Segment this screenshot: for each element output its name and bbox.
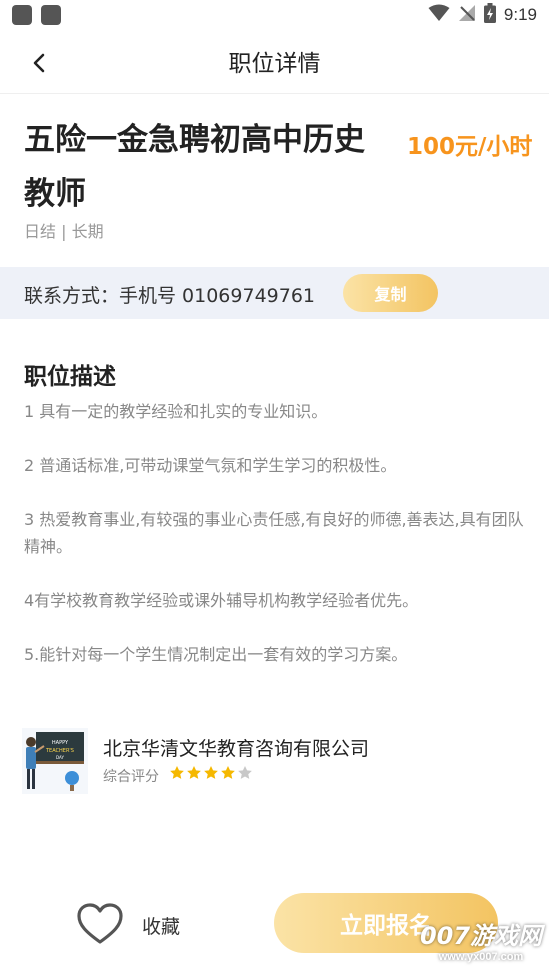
rating-label: 综合评分 bbox=[103, 769, 159, 785]
star-filled-icon bbox=[204, 766, 218, 779]
nav-bar: 职位详情 bbox=[0, 30, 549, 94]
watermark-url: www.yx007.com bbox=[438, 951, 524, 963]
favorite-button[interactable]: 收藏 bbox=[76, 900, 206, 948]
description-item: 1 具有一定的教学经验和扎实的专业知识。 bbox=[24, 402, 328, 421]
star-empty-icon bbox=[238, 766, 252, 779]
status-bar: 9:19 bbox=[0, 0, 549, 30]
star-filled-icon bbox=[187, 766, 201, 779]
watermark-text: 007游戏网 bbox=[419, 922, 543, 950]
description-item: 5.能针对每一个学生情况制定出一套有效的学习方案。 bbox=[24, 645, 408, 664]
no-signal-icon bbox=[458, 4, 476, 26]
contact-info: 联系方式：手机号 01069749761 bbox=[24, 285, 316, 307]
description-item: 4有学校教育教学经验或课外辅导机构教学经验者优先。 bbox=[24, 591, 419, 610]
page-title: 职位详情 bbox=[228, 51, 321, 77]
copy-button[interactable]: 复制 bbox=[343, 274, 438, 312]
description-item: 3 热爱教育事业,有较强的事业心责任感,有良好的师德,善表达,具有团队精神。 bbox=[24, 510, 524, 556]
job-salary: 100元/小时 bbox=[407, 134, 533, 160]
star-filled-icon bbox=[170, 766, 184, 779]
favorite-label: 收藏 bbox=[142, 916, 181, 938]
job-title: 五险一金急聘初高中历史教师 bbox=[24, 122, 365, 212]
company-card[interactable]: HAPPY TEACHER'S DAY 北京华清文华教育咨询有限公司 综合评分 bbox=[22, 728, 522, 794]
battery-charging-icon bbox=[483, 3, 496, 27]
svg-text:DAY: DAY bbox=[56, 755, 64, 760]
svg-text:TEACHER'S: TEACHER'S bbox=[45, 748, 74, 754]
company-logo: HAPPY TEACHER'S DAY bbox=[22, 728, 88, 794]
heart-icon bbox=[77, 903, 123, 944]
description-heading: 职位描述 bbox=[24, 364, 116, 390]
wifi-icon bbox=[428, 4, 450, 26]
status-time: 9:19 bbox=[503, 5, 537, 24]
star-filled-icon bbox=[221, 766, 235, 779]
description-list: 1 具有一定的教学经验和扎实的专业知识。 2 普通话标准,可带动课堂气氛和学生学… bbox=[24, 398, 524, 695]
svg-text:HAPPY: HAPPY bbox=[52, 740, 69, 746]
app-notification-icon bbox=[41, 5, 61, 25]
watermark: 007游戏网 www.yx007.com bbox=[418, 922, 544, 964]
job-tags: 日结 | 长期 bbox=[24, 222, 104, 241]
rating-stars bbox=[169, 765, 253, 781]
app-notification-icon bbox=[12, 5, 32, 25]
teacher-classroom-logo: HAPPY TEACHER'S DAY bbox=[22, 728, 88, 794]
contact-section: 联系方式：手机号 01069749761 复制 bbox=[0, 267, 549, 319]
description-item: 2 普通话标准,可带动课堂气氛和学生学习的积极性。 bbox=[24, 456, 397, 475]
company-name: 北京华清文华教育咨询有限公司 bbox=[103, 738, 370, 760]
